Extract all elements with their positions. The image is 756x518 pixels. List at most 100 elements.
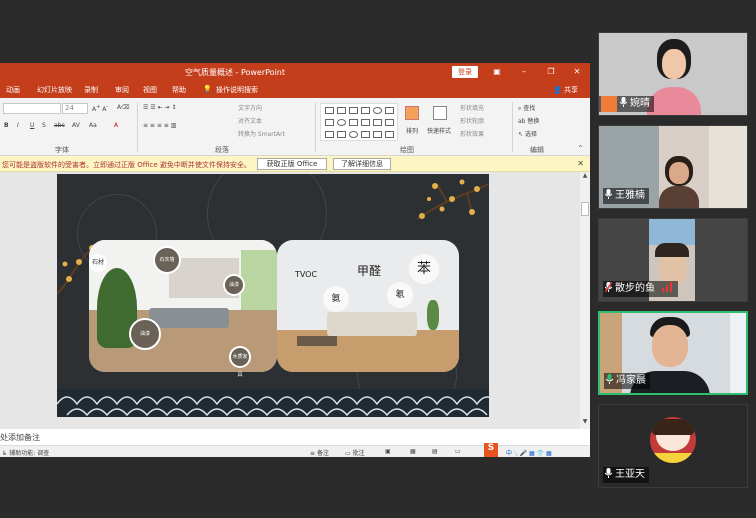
vertical-scrollbar[interactable]: ▲ ▼ [580, 172, 590, 429]
share-button[interactable]: 👤 共享 [553, 85, 578, 95]
minimize-icon[interactable]: – [518, 66, 530, 78]
find-button[interactable]: ⌕ 查找 [518, 103, 535, 113]
license-warning-bar: 您可能是盗版软件的受害者。立即通过正版 Office 避免中断并使文件保持安全。… [0, 156, 590, 172]
ribbon: 24 A+ A- A⌫ B I U S abc AV Aa A 字体 ☰ ☰ ⇤… [0, 98, 590, 156]
participant-tile[interactable]: 散步的鱼 [598, 218, 748, 302]
text-direction-button[interactable]: 文字方向 [238, 103, 262, 112]
host-icon [601, 96, 617, 112]
slideshow-view-icon[interactable]: ▭ [455, 448, 461, 455]
ribbon-tabs: 动画 幻灯片放映 录制 审阅 视图 帮助 💡 操作说明搜索 👤 共享 [0, 82, 590, 98]
word-tvoc: TVOC [294, 270, 318, 279]
word-formaldehyde: 甲醛 [356, 264, 381, 278]
quick-styles-button[interactable]: 快速样式 [427, 126, 451, 135]
tell-me-search[interactable]: 操作说明搜索 [216, 85, 258, 95]
bullets-icon[interactable]: ☰ ☰ ⇤ ⇥ ↕ [143, 104, 176, 111]
strikethrough-button[interactable]: abc [54, 122, 65, 129]
convert-smartart-label: 转换为 SmartArt [238, 131, 285, 138]
bubble-paint: 油漆 [223, 274, 245, 296]
tab-review[interactable]: 审阅 [115, 85, 129, 95]
ribbon-display-icon[interactable]: ▣ [491, 66, 503, 78]
ime-toolbar-icons[interactable]: 中 ·, 🎤 ▦ 👕 ▦ [506, 448, 552, 457]
bold-button[interactable]: B [4, 122, 9, 129]
sorter-view-icon[interactable]: ▦ [410, 448, 416, 455]
tab-animations[interactable]: 动画 [6, 85, 20, 95]
shape-effects-button[interactable]: 形状效果 [460, 129, 484, 138]
title-bar: 空气质量概述 - PowerPoint 登录 ▣ – ❐ ✕ [0, 63, 590, 82]
close-icon[interactable]: ✕ [571, 66, 583, 78]
tab-view[interactable]: 视图 [143, 85, 157, 95]
font-name-box[interactable] [3, 103, 61, 114]
avatar [650, 417, 696, 463]
select-button[interactable]: ↖ 选择 [518, 129, 537, 138]
close-warning-icon[interactable]: ✕ [577, 159, 584, 168]
collapse-ribbon-icon[interactable]: ^ [578, 145, 583, 152]
accessibility-status[interactable]: ♿ 辅助功能: 调查 [2, 448, 49, 457]
normal-view-icon[interactable]: ▣ [385, 448, 391, 455]
arrange-button[interactable]: 排列 [406, 126, 418, 135]
char-spacing-icon[interactable]: AV [72, 122, 80, 129]
learn-more-button[interactable]: 了解详细信息 [333, 158, 391, 170]
replace-icon: ab [518, 118, 528, 125]
group-font-label: 字体 [55, 146, 69, 154]
bubble-stone: 石材 [89, 254, 107, 272]
wave-pattern [57, 389, 489, 417]
reading-view-icon[interactable]: ▤ [432, 448, 438, 455]
maximize-icon[interactable]: ❐ [545, 66, 557, 78]
login-button[interactable]: 登录 [452, 66, 478, 78]
microphone-active-icon [605, 374, 614, 384]
italic-button[interactable]: I [17, 122, 19, 129]
window-title: 空气质量概述 - PowerPoint [184, 68, 286, 77]
grow-font-icon[interactable]: A+ A- [92, 104, 108, 113]
align-icons[interactable]: ≡ ≡ ≡ ≡ ▥ [143, 122, 176, 129]
replace-button[interactable]: ab 替换 [518, 116, 539, 125]
scroll-thumb[interactable] [581, 202, 589, 216]
align-text-button[interactable]: 对齐文本 [238, 116, 262, 125]
group-drawing-label: 绘图 [400, 146, 414, 154]
microphone-icon [604, 468, 613, 478]
bubble-paint-2: 油漆 [129, 318, 161, 350]
participant-name-bar: 婉晴 [599, 96, 654, 112]
notes-toggle-button[interactable]: ≡ 备注 [310, 448, 329, 457]
share-label: 共享 [564, 86, 578, 94]
font-color-icon[interactable]: A [114, 122, 118, 129]
shape-fill-button[interactable]: 形状填充 [460, 103, 484, 112]
powerpoint-window: 空气质量概述 - PowerPoint 登录 ▣ – ❐ ✕ 动画 幻灯片放映 … [0, 63, 590, 457]
cursor-icon: ↖ [518, 131, 525, 138]
participant-name-bar: 王雅楠 [603, 188, 649, 204]
divider [315, 102, 316, 152]
clear-format-icon[interactable]: A⌫ [117, 104, 130, 111]
notes-pane[interactable]: 处添加备注 [0, 429, 590, 445]
convert-smartart-button[interactable]: 转换为 SmartArt [238, 129, 285, 138]
participant-tile-active-speaker[interactable]: 冯家晨 [598, 311, 748, 395]
tab-record[interactable]: 录制 [84, 85, 98, 95]
arrange-icon[interactable] [405, 106, 419, 120]
status-bar: ♿ 辅助功能: 调查 ≡ 备注 ▭ 批注 ▣ ▦ ▤ ▭ S 中 ·, 🎤 ▦ … [0, 443, 590, 457]
slide-canvas[interactable]: 石材 石灰墙 油漆 油漆 木质家具 TVOC 甲醛 苯 氨 氡 [57, 174, 489, 417]
participant-tile[interactable]: 王亚天 [598, 404, 748, 488]
underline-button[interactable]: U [30, 122, 34, 129]
word-benzene: 苯 [409, 254, 439, 284]
comment-icon: ▭ [345, 450, 353, 457]
participant-name: 王亚天 [615, 469, 645, 480]
shadow-button[interactable]: S [42, 122, 46, 129]
shapes-gallery[interactable] [320, 103, 398, 141]
comments-toggle-button[interactable]: ▭ 批注 [345, 448, 365, 457]
participant-tile[interactable]: 王雅楠 [598, 125, 748, 209]
align-text-label: 对齐文本 [238, 118, 263, 125]
group-editing-label: 编辑 [530, 146, 544, 154]
tab-help[interactable]: 帮助 [172, 85, 186, 95]
participant-tile[interactable]: 婉晴 [598, 32, 748, 116]
scroll-up-icon[interactable]: ▲ [581, 172, 589, 182]
meeting-screen: 空气质量概述 - PowerPoint 登录 ▣ – ❐ ✕ 动画 幻灯片放映 … [0, 0, 756, 518]
get-genuine-button[interactable]: 获取正版 Office [257, 158, 327, 170]
word-radon: 氡 [387, 282, 413, 308]
shape-outline-button[interactable]: 形状轮廓 [460, 116, 484, 125]
scroll-down-icon[interactable]: ▼ [581, 418, 589, 428]
participant-name-bar: 冯家晨 [604, 373, 650, 389]
tab-slideshow[interactable]: 幻灯片放映 [37, 85, 72, 95]
quick-styles-icon[interactable] [433, 106, 447, 120]
change-case-icon[interactable]: Aa [89, 122, 97, 129]
font-size-box[interactable]: 24 [62, 103, 88, 114]
participant-name: 王雅楠 [615, 190, 645, 201]
ime-logo-icon[interactable]: S [484, 443, 498, 457]
